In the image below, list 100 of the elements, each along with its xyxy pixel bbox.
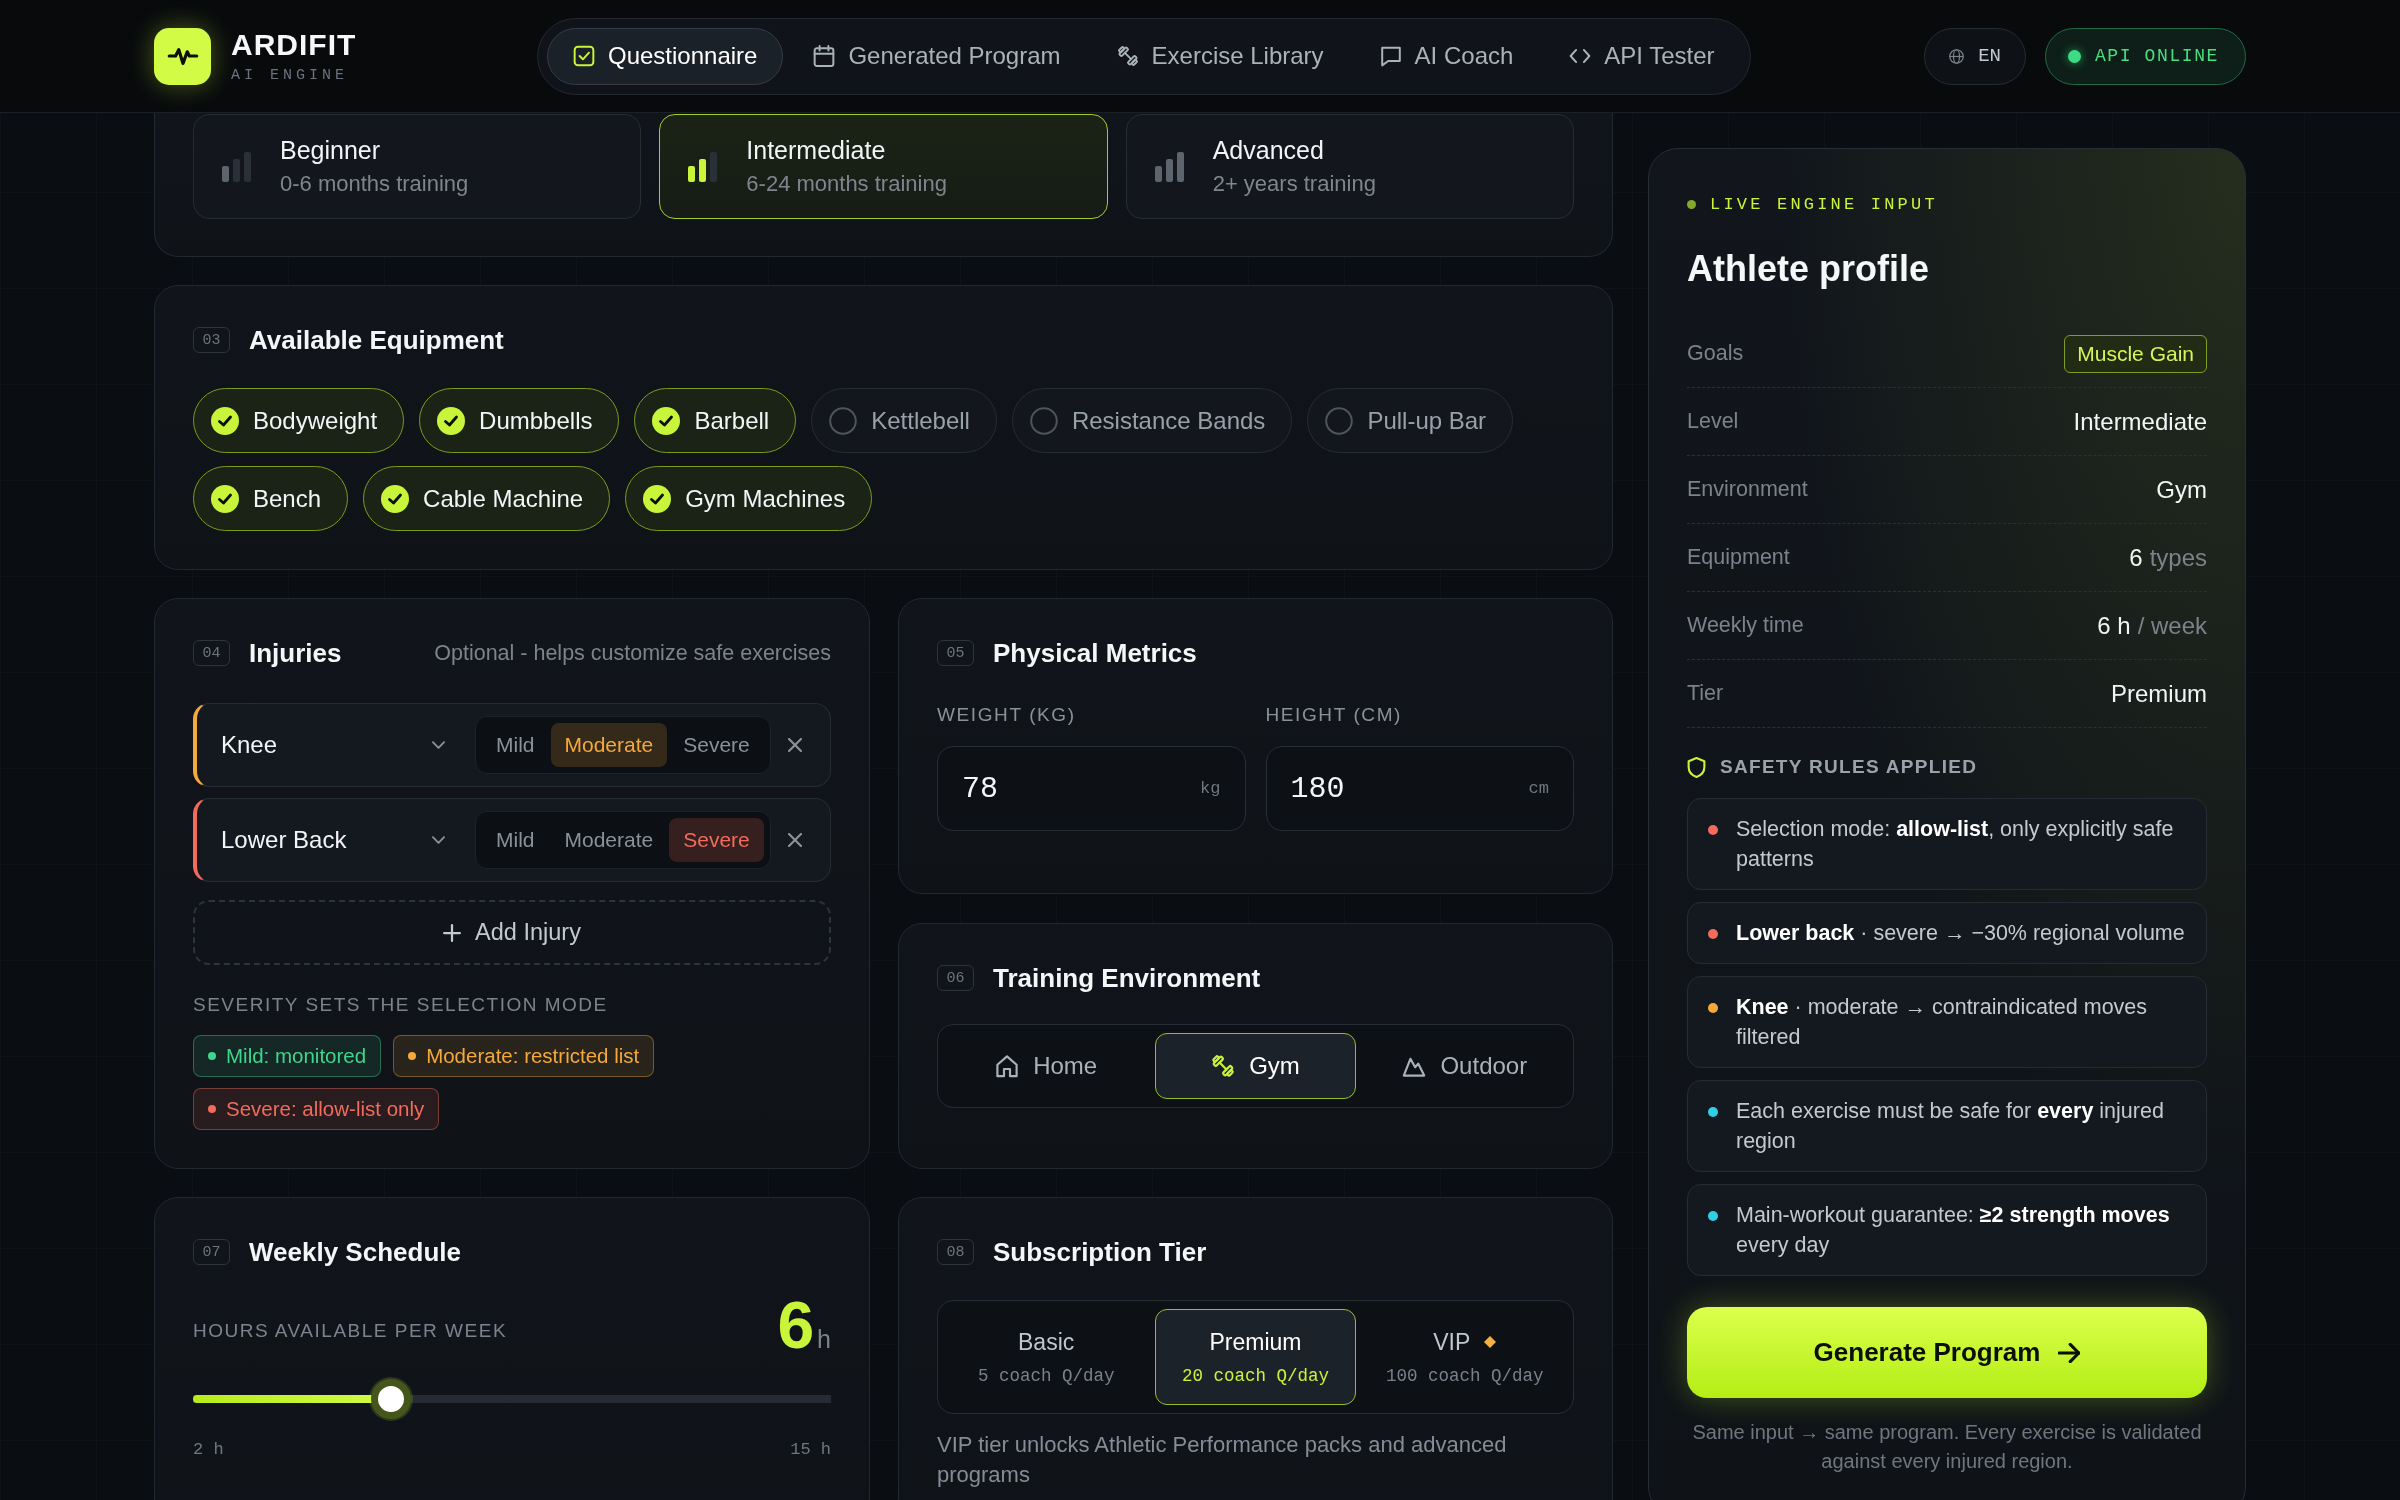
rule-text: Knee · moderate → contraindicated moves filtered xyxy=(1736,995,2148,1049)
brand-tagline: AI ENGINE xyxy=(231,66,349,84)
check-circle-icon xyxy=(211,406,239,435)
shield-icon xyxy=(1687,756,1706,778)
nav-tab[interactable]: Questionnaire xyxy=(547,27,784,85)
profile-label: Level xyxy=(1687,409,1739,434)
section-number: 08 xyxy=(937,1239,974,1265)
tier-option[interactable]: Basic 5 coach Q/day xyxy=(946,1309,1147,1405)
add-injury-button[interactable]: Add Injury xyxy=(193,900,831,965)
empty-circle-icon xyxy=(829,406,858,435)
section-title: Weekly Schedule xyxy=(249,1236,461,1268)
severity-option[interactable]: Moderate xyxy=(550,818,668,862)
nav-tab[interactable]: API Tester xyxy=(1543,27,1741,85)
equipment-chip[interactable]: Dumbbells xyxy=(419,388,620,453)
equipment-chip[interactable]: Gym Machines xyxy=(625,466,873,531)
section-number: 06 xyxy=(937,965,974,991)
rule-text: Each exercise must be safe for every injured region xyxy=(1736,1099,2164,1153)
equipment-chip[interactable]: Barbell xyxy=(634,388,797,453)
slider-thumb[interactable] xyxy=(370,1379,411,1419)
section-number: 03 xyxy=(193,327,230,353)
hours-unit: h xyxy=(817,1325,831,1354)
severity-option[interactable]: Moderate xyxy=(550,723,668,767)
profile-label: Environment xyxy=(1687,477,1808,502)
profile-value: Intermediate xyxy=(2073,407,2207,436)
level-option[interactable]: Beginner 0-6 months training xyxy=(193,114,642,219)
tier-option[interactable]: VIP 100 coach Q/day xyxy=(1364,1309,1565,1405)
section-title: Training Environment xyxy=(993,962,1261,994)
severity-option[interactable]: Severe xyxy=(669,723,764,767)
pulse-logo-icon xyxy=(154,27,211,85)
level-option[interactable]: Intermediate 6-24 months training xyxy=(659,114,1108,219)
range-max-label: 15 h xyxy=(790,1440,831,1459)
severity-option[interactable]: Severe xyxy=(669,818,764,862)
checkbox-icon xyxy=(573,45,595,67)
section-title: Subscription Tier xyxy=(993,1236,1207,1268)
language-button[interactable]: EN xyxy=(1924,27,2026,85)
legend-title: SEVERITY SETS THE SELECTION MODE xyxy=(193,994,609,1016)
section-title: Physical Metrics xyxy=(993,637,1197,669)
hours-label: HOURS AVAILABLE PER WEEK xyxy=(193,1320,508,1342)
profile-value: Gym xyxy=(2156,475,2207,504)
empty-circle-icon xyxy=(1029,406,1058,435)
profile-value: 6 h xyxy=(2097,611,2131,640)
field-label: WEIGHT (KG) xyxy=(937,704,1077,726)
footnote: Same input → same program. Every exercise is validated against every injured region. xyxy=(1691,1420,2203,1474)
dumbbell-icon xyxy=(1211,1054,1236,1078)
empty-circle-icon xyxy=(1325,406,1354,435)
tier-option[interactable]: Premium 20 coach Q/day xyxy=(1155,1309,1356,1405)
goal-badge: Muscle Gain xyxy=(2064,334,2207,373)
environment-option[interactable]: Gym xyxy=(1155,1033,1356,1099)
live-dot-icon xyxy=(1687,200,1696,209)
panel-title: Athlete profile xyxy=(1687,248,1930,290)
equipment-chip[interactable]: Cable Machine xyxy=(363,466,611,531)
chat-bubble-icon xyxy=(1379,45,1402,67)
legend-label: Mild: monitored xyxy=(226,1044,367,1068)
check-circle-icon xyxy=(437,406,466,435)
severity-option[interactable]: Mild xyxy=(482,723,549,767)
environment-option[interactable]: Home xyxy=(946,1033,1147,1099)
field-label: HEIGHT (CM) xyxy=(1265,704,1404,726)
check-circle-icon xyxy=(381,484,410,513)
nav-tab[interactable]: Exercise Library xyxy=(1090,27,1350,85)
globe-icon xyxy=(1949,48,1965,64)
nav-tab[interactable]: Generated Program xyxy=(787,27,1087,85)
brand-name: ARDIFIT xyxy=(231,28,357,61)
plus-icon xyxy=(443,923,462,942)
profile-value: 6 xyxy=(2129,543,2143,572)
section-number: 05 xyxy=(937,640,974,666)
equipment-chip[interactable]: Resistance Bands xyxy=(1011,388,1293,453)
arrow-right-icon xyxy=(2058,1342,2081,1363)
api-status-text: API ONLINE xyxy=(2094,46,2219,66)
region-select[interactable]: Lower Back xyxy=(221,826,445,854)
signal-bars-icon xyxy=(222,151,252,182)
check-circle-icon xyxy=(643,484,672,513)
check-circle-icon xyxy=(652,406,681,435)
safety-title: SAFETY RULES APPLIED xyxy=(1720,756,1978,778)
number-input[interactable]: 78 kg xyxy=(937,746,1246,831)
environment-option[interactable]: Outdoor xyxy=(1364,1033,1565,1099)
hours-value: 6 xyxy=(777,1292,815,1358)
number-input[interactable]: 180 cm xyxy=(1265,746,1574,831)
profile-value: Premium xyxy=(2111,679,2207,708)
chevron-down-icon xyxy=(432,836,445,844)
nav-tab[interactable]: AI Coach xyxy=(1353,27,1540,85)
range-min-label: 2 h xyxy=(193,1440,224,1459)
signal-bars-icon xyxy=(688,151,719,182)
profile-label: Goals xyxy=(1687,341,1744,366)
equipment-chip[interactable]: Kettlebell xyxy=(811,388,997,453)
profile-label: Tier xyxy=(1687,681,1724,706)
profile-label: Equipment xyxy=(1687,545,1790,570)
section-number: 07 xyxy=(193,1239,230,1265)
legend-label: Severe: allow-list only xyxy=(226,1097,425,1121)
section-hint: Optional - helps customize safe exercises xyxy=(434,640,831,666)
region-select[interactable]: Knee xyxy=(221,731,445,759)
profile-unit: / week xyxy=(2137,611,2207,640)
generate-program-button[interactable]: Generate Program xyxy=(1687,1307,2207,1398)
equipment-chip[interactable]: Bench xyxy=(193,466,349,531)
unit-label: cm xyxy=(1528,779,1549,798)
equipment-chip[interactable]: Bodyweight xyxy=(193,388,405,453)
level-option[interactable]: Advanced 2+ years training xyxy=(1125,114,1574,219)
dumbbell-icon xyxy=(1116,45,1139,67)
severity-option[interactable]: Mild xyxy=(482,818,549,862)
equipment-chip[interactable]: Pull-up Bar xyxy=(1307,388,1514,453)
chevron-down-icon xyxy=(432,741,445,749)
